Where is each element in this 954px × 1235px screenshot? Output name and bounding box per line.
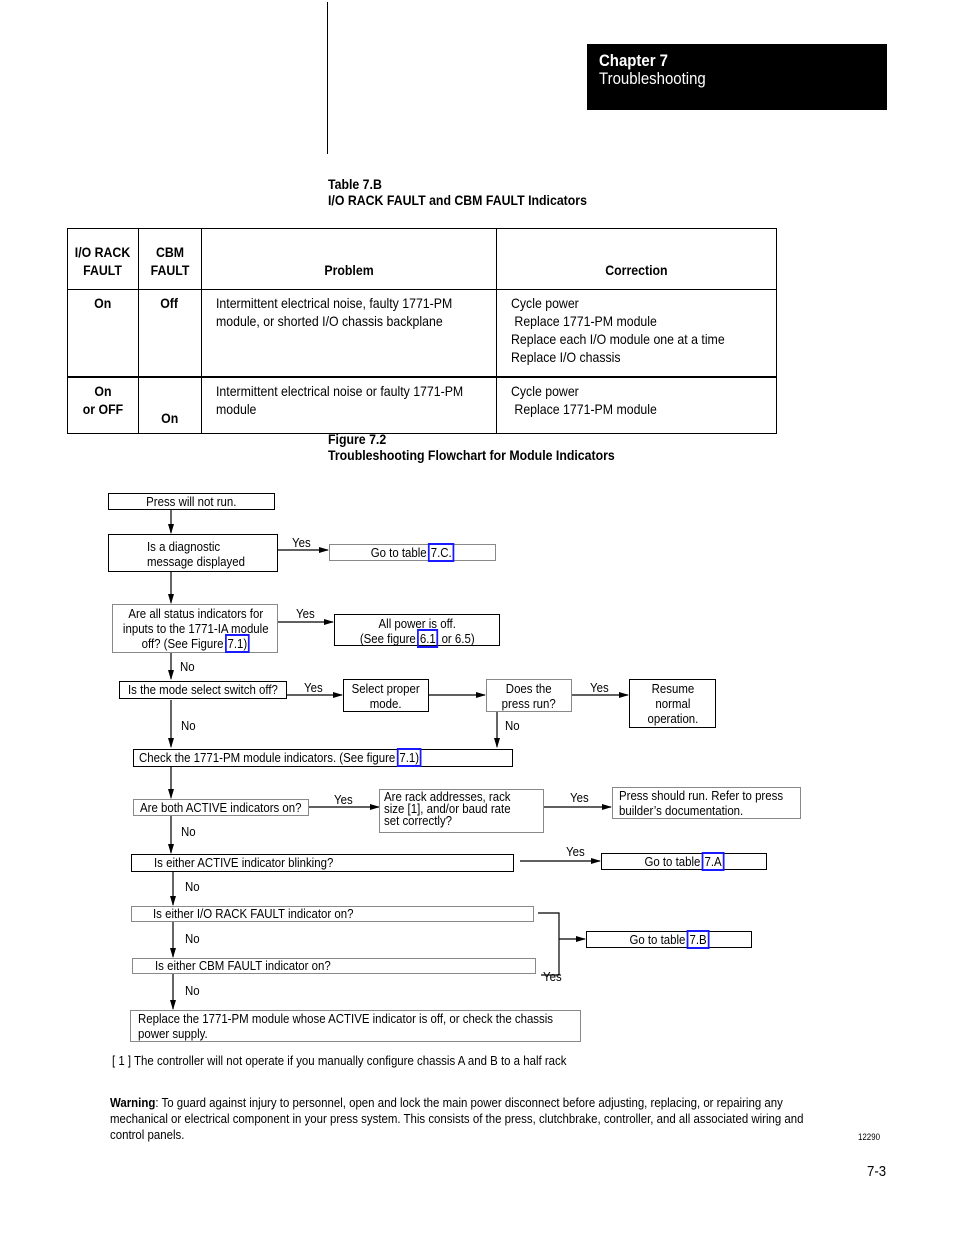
footnote: [ 1 ] The controller will not operate if… — [112, 1053, 567, 1068]
warning-text: Warning: To guard against injury to pers… — [110, 1095, 804, 1142]
node-press-run-question: Does the press run? — [486, 679, 572, 712]
link-figure-6-1[interactable]: 6.1 — [416, 629, 439, 648]
warning-label: Warning — [110, 1095, 156, 1110]
link-table-7a[interactable]: 7.A — [701, 852, 724, 871]
label-no: No — [185, 931, 200, 946]
label-yes: Yes — [334, 792, 353, 807]
label-no: No — [185, 879, 200, 894]
node-replace-pm-module: Replace the 1771-PM module whose ACTIVE … — [130, 1010, 581, 1042]
node-goto-table-7c: Go to table 7.C. — [329, 543, 496, 562]
label-yes: Yes — [543, 969, 562, 984]
link-figure-7-1[interactable]: 7.1) — [396, 748, 422, 767]
node-resume-normal-operation: Resume normal operation. — [629, 679, 716, 728]
node-press-will-not-run: Press will not run. — [108, 493, 275, 510]
node-status-indicators-question: Are all status indicators for inputs to t… — [112, 604, 278, 653]
node-goto-table-7a: Go to table 7.A — [601, 852, 767, 871]
bracket-fault-yes — [538, 912, 560, 976]
node-rack-address-question: Are rack addresses, rack size [1], and/or… — [379, 789, 544, 833]
node-check-pm-indicators: Check the 1771-PM module indicators. (Se… — [133, 748, 513, 767]
node-active-blinking-question: Is either ACTIVE indicator blinking? — [131, 854, 514, 872]
link-table-7b[interactable]: 7.B — [686, 930, 709, 949]
node-cbm-fault-question: Is either CBM FAULT indicator on? — [132, 958, 536, 974]
label-yes: Yes — [296, 606, 315, 621]
figure-id: 12290 — [858, 1132, 881, 1142]
page-number: 7-3 — [867, 1163, 887, 1180]
label-yes: Yes — [590, 680, 609, 695]
node-goto-table-7b: Go to table 7.B — [586, 930, 752, 949]
node-select-proper-mode: Select proper mode. — [343, 679, 429, 712]
node-all-power-off: All power is off. (See figure 6.1 or 6.5) — [334, 614, 500, 648]
node-io-rack-fault-question: Is either I/O RACK FAULT indicator on? — [131, 906, 534, 922]
link-figure-7-1[interactable]: 7.1) — [224, 634, 250, 653]
node-active-indicators-question: Are both ACTIVE indicators on? — [133, 799, 309, 816]
label-no: No — [181, 718, 196, 733]
link-table-7c[interactable]: 7.C. — [428, 543, 455, 562]
label-yes: Yes — [566, 844, 585, 859]
label-no: No — [185, 983, 200, 998]
label-no: No — [181, 824, 196, 839]
label-yes: Yes — [304, 680, 323, 695]
label-yes: Yes — [292, 535, 311, 550]
label-no: No — [505, 718, 520, 733]
node-press-should-run: Press should run. Refer to press builder’… — [612, 787, 801, 819]
node-mode-select-question: Is the mode select switch off? — [119, 681, 287, 699]
label-yes: Yes — [570, 790, 589, 805]
node-diagnostic-question: Is a diagnostic message displayed — [108, 534, 278, 572]
label-no: No — [180, 659, 195, 674]
